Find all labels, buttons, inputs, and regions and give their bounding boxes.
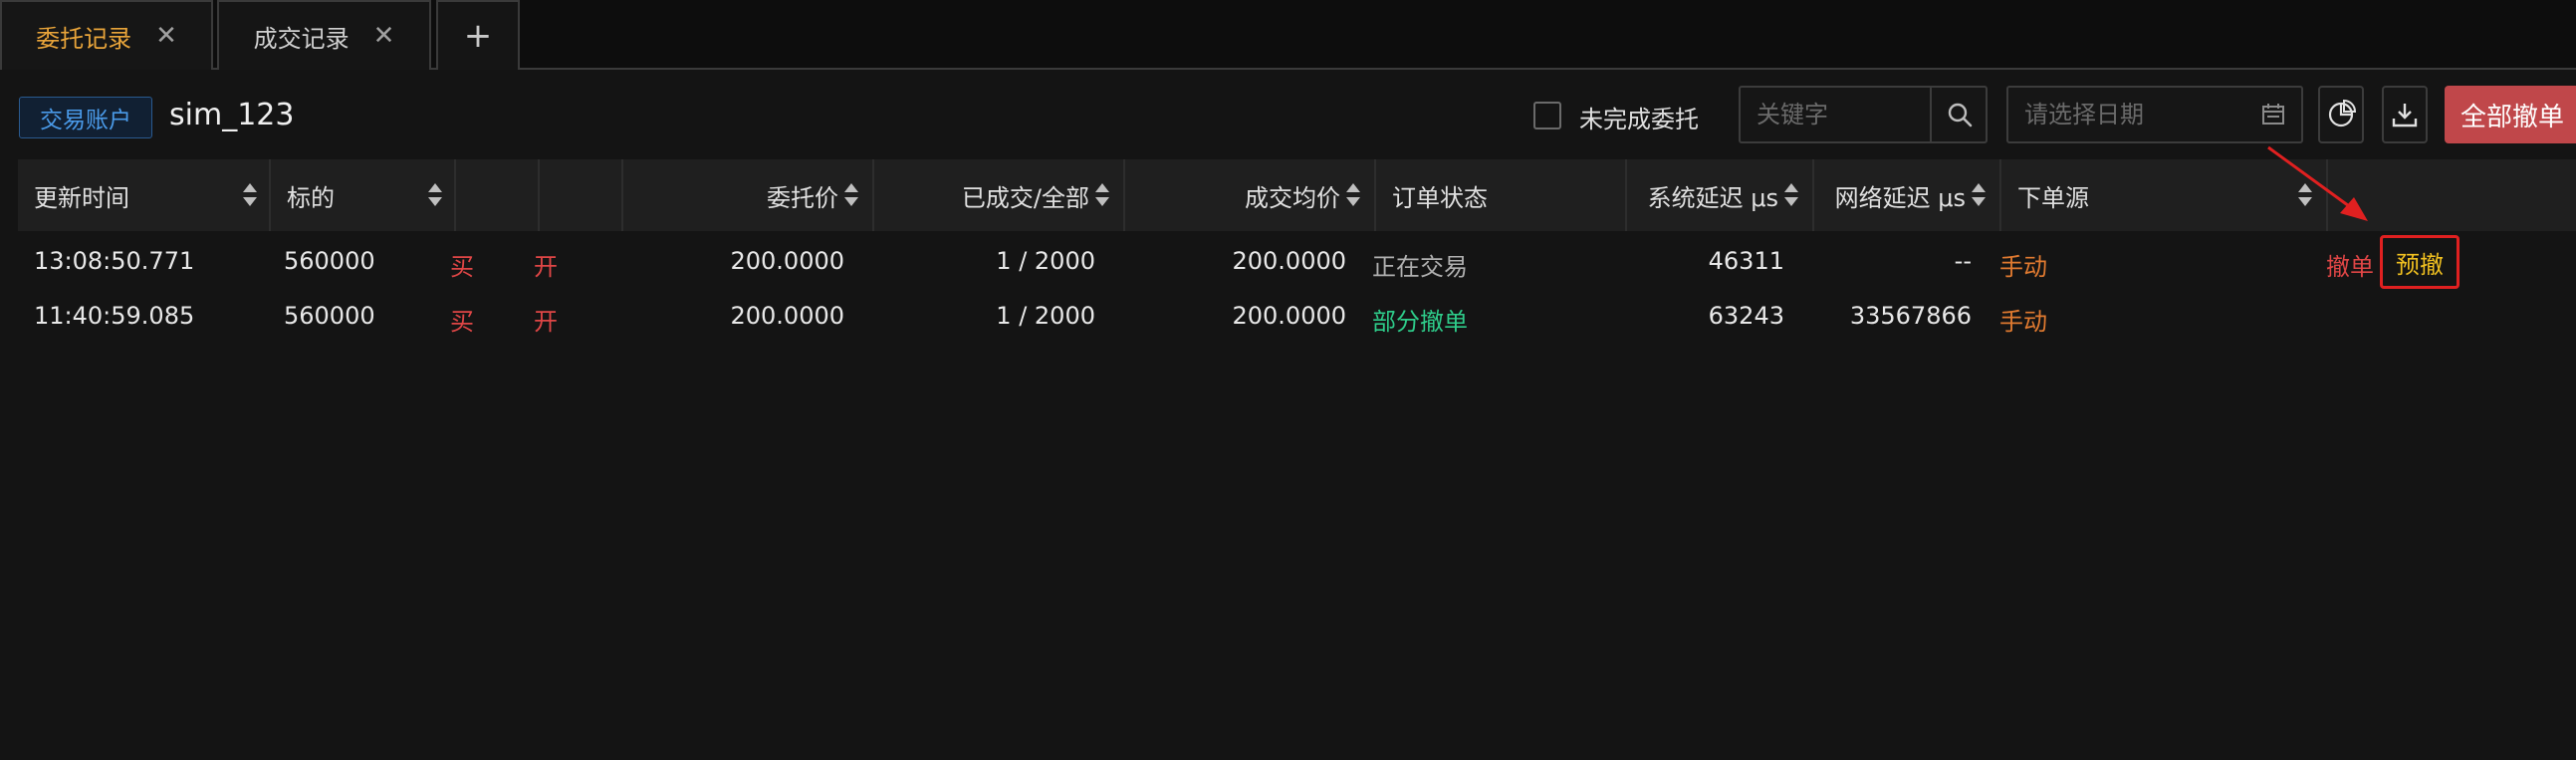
annotation-arrow-icon bbox=[2267, 145, 2368, 221]
